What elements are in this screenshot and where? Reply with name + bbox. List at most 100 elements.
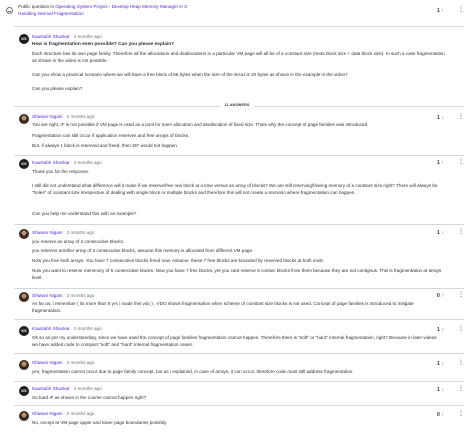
avatar[interactable] bbox=[19, 114, 29, 124]
post-time: 2 months ago bbox=[66, 230, 95, 235]
post-time: 2 months ago bbox=[73, 160, 102, 165]
author-name[interactable]: Kaustubh Shankar bbox=[32, 386, 70, 391]
answer-text: yes, fragmentation cannot occur due to p… bbox=[32, 369, 354, 374]
upvote-arrow-icon[interactable]: ↑ bbox=[442, 230, 444, 236]
course-link[interactable]: Operating System Project - Develop Heap … bbox=[55, 4, 187, 9]
author-name[interactable]: Shiwani Nigam bbox=[32, 360, 63, 365]
more-options-icon[interactable]: ⋮ bbox=[458, 360, 464, 368]
answer-divider bbox=[14, 224, 464, 225]
more-options-icon[interactable]: ⋮ bbox=[458, 292, 464, 300]
answer-author: Shiwani Nigam 2 months ago bbox=[32, 230, 94, 236]
author-name[interactable]: Kaustubh Shankar bbox=[32, 34, 70, 39]
author-name[interactable]: Shiwani Nigam bbox=[32, 293, 63, 298]
upvote-arrow-icon[interactable]: ↑ bbox=[442, 327, 444, 333]
avatar[interactable]: KS bbox=[19, 34, 29, 44]
question-upvote[interactable]: 1 ↑ bbox=[437, 8, 444, 14]
upvote-arrow-icon[interactable]: ↑ bbox=[442, 361, 444, 367]
upvote-arrow-icon[interactable]: ↑ bbox=[442, 293, 444, 299]
answer-upvote[interactable]: 1 ↑ bbox=[437, 361, 444, 367]
answer-text: So hard IF as shown in the course cannot… bbox=[32, 395, 147, 400]
answer-divider bbox=[14, 381, 464, 382]
upvote-arrow-icon[interactable]: ↑ bbox=[442, 8, 444, 14]
question-location: Public question in Operating System Proj… bbox=[18, 4, 188, 10]
question-paragraph: Can you show a practical scenario where … bbox=[32, 72, 348, 77]
answer-author: Shiwani Nigam 2 months ago bbox=[32, 114, 94, 120]
avatar[interactable] bbox=[19, 229, 29, 239]
vote-count: 1 bbox=[437, 361, 440, 367]
answers-count: 11 ANSWERS bbox=[0, 103, 474, 107]
post-time: 2 months ago bbox=[66, 411, 95, 416]
author-name[interactable]: Shiwani Nigam bbox=[32, 411, 63, 416]
avatar[interactable] bbox=[19, 411, 29, 421]
post-time: 2 months ago bbox=[66, 293, 95, 298]
upvote-arrow-icon[interactable]: ↑ bbox=[442, 387, 444, 393]
avatar[interactable]: KS bbox=[19, 326, 29, 336]
more-options-icon[interactable]: ⋮ bbox=[458, 7, 464, 15]
answer-upvote[interactable]: 0 ↑ bbox=[437, 293, 444, 299]
answer-text: But, if always 1 block is reserved and f… bbox=[32, 143, 179, 148]
answer-author: Shiwani Nigam 2 months ago bbox=[32, 293, 94, 299]
avatar[interactable] bbox=[19, 360, 29, 370]
vote-count: 1 bbox=[437, 387, 440, 393]
answer-author: Kaustubh Shankar 2 months ago bbox=[32, 160, 102, 166]
answer-text: Fragmentation can still occur if applica… bbox=[32, 133, 190, 138]
question-icon bbox=[6, 7, 13, 14]
vote-count: 0 bbox=[437, 293, 440, 299]
answer-upvote[interactable]: 1 ↑ bbox=[437, 230, 444, 236]
answer-divider bbox=[14, 353, 464, 354]
vote-count: 1 bbox=[437, 160, 440, 166]
more-options-icon[interactable]: ⋮ bbox=[458, 114, 464, 122]
answer-text: Thank you for the response. bbox=[32, 169, 90, 174]
avatar[interactable]: KS bbox=[19, 159, 29, 169]
answer-author: Kaustubh Shankar 2 months ago bbox=[32, 386, 102, 392]
answer-text: No, except at VM page upper and lower pa… bbox=[32, 420, 168, 425]
post-time: 2 months ago bbox=[73, 326, 102, 331]
answer-author: Shiwani Nigam 2 months ago bbox=[32, 360, 94, 366]
answer-divider bbox=[14, 319, 464, 320]
answer-text: you reserve an array of 4 consecutive bl… bbox=[32, 239, 125, 244]
answer-upvote[interactable]: 1 ↑ bbox=[437, 115, 444, 121]
answer-upvote[interactable]: 1 ↑ bbox=[437, 327, 444, 333]
upvote-arrow-icon[interactable]: ↑ bbox=[442, 160, 444, 166]
post-time: 2 months ago bbox=[73, 386, 102, 391]
question-paragraph: Each structure has its own page family. … bbox=[32, 51, 445, 63]
question-author: Kaustubh Shankar 2 months ago bbox=[32, 34, 102, 40]
upvote-arrow-icon[interactable]: ↑ bbox=[442, 412, 444, 418]
more-options-icon[interactable]: ⋮ bbox=[458, 326, 464, 334]
avatar[interactable]: KS bbox=[19, 386, 29, 396]
answer-text: you reserver another array of 3 consecut… bbox=[32, 248, 254, 253]
author-name[interactable]: Kaustubh Shankar bbox=[32, 160, 70, 165]
question-title: How is fragmentation even possible? Can … bbox=[32, 42, 175, 47]
vote-count: 1 bbox=[437, 230, 440, 236]
author-name[interactable]: Shiwani Nigam bbox=[32, 230, 63, 235]
answer-upvote[interactable]: 1 ↑ bbox=[437, 387, 444, 393]
question-prefix: Public question in bbox=[18, 4, 55, 9]
answer-divider bbox=[14, 288, 464, 289]
upvote-arrow-icon[interactable]: ↑ bbox=[442, 115, 444, 121]
more-options-icon[interactable]: ⋮ bbox=[458, 159, 464, 167]
header-divider bbox=[14, 26, 464, 27]
answer-author: Kaustubh Shankar 2 months ago bbox=[32, 326, 102, 332]
answer-text: Can you help me understand this with an … bbox=[32, 211, 137, 216]
answer-text: I still did not understand what differen… bbox=[32, 183, 438, 195]
question-paragraph: Can you please explain? bbox=[32, 86, 83, 91]
author-name[interactable]: Shiwani Nigam bbox=[32, 114, 63, 119]
answer-upvote[interactable]: 0 ↑ bbox=[437, 412, 444, 418]
vote-count: 0 bbox=[437, 412, 440, 418]
lecture-link[interactable]: Handling Internal Fragmentation bbox=[18, 11, 84, 17]
answer-text: You are right, IF is not possible if VM … bbox=[32, 122, 369, 127]
question-vote-count: 1 bbox=[437, 8, 440, 14]
answer-divider bbox=[14, 405, 464, 406]
answer-text: Now you free both arrays. You have 7 con… bbox=[32, 258, 325, 263]
post-time: 2 months ago bbox=[66, 114, 95, 119]
more-options-icon[interactable]: ⋮ bbox=[458, 411, 464, 419]
answer-upvote[interactable]: 1 ↑ bbox=[437, 160, 444, 166]
vote-count: 1 bbox=[437, 115, 440, 121]
more-options-icon[interactable]: ⋮ bbox=[458, 386, 464, 394]
avatar[interactable] bbox=[19, 292, 29, 302]
author-name[interactable]: Kaustubh Shankar bbox=[32, 326, 70, 331]
more-options-icon[interactable]: ⋮ bbox=[458, 229, 464, 237]
answer-author: Shiwani Nigam 2 months ago bbox=[32, 411, 94, 417]
question-header: Public question in Operating System Proj… bbox=[0, 0, 474, 22]
answer-text: As far as, i remember ( its more than 5 … bbox=[32, 301, 414, 313]
